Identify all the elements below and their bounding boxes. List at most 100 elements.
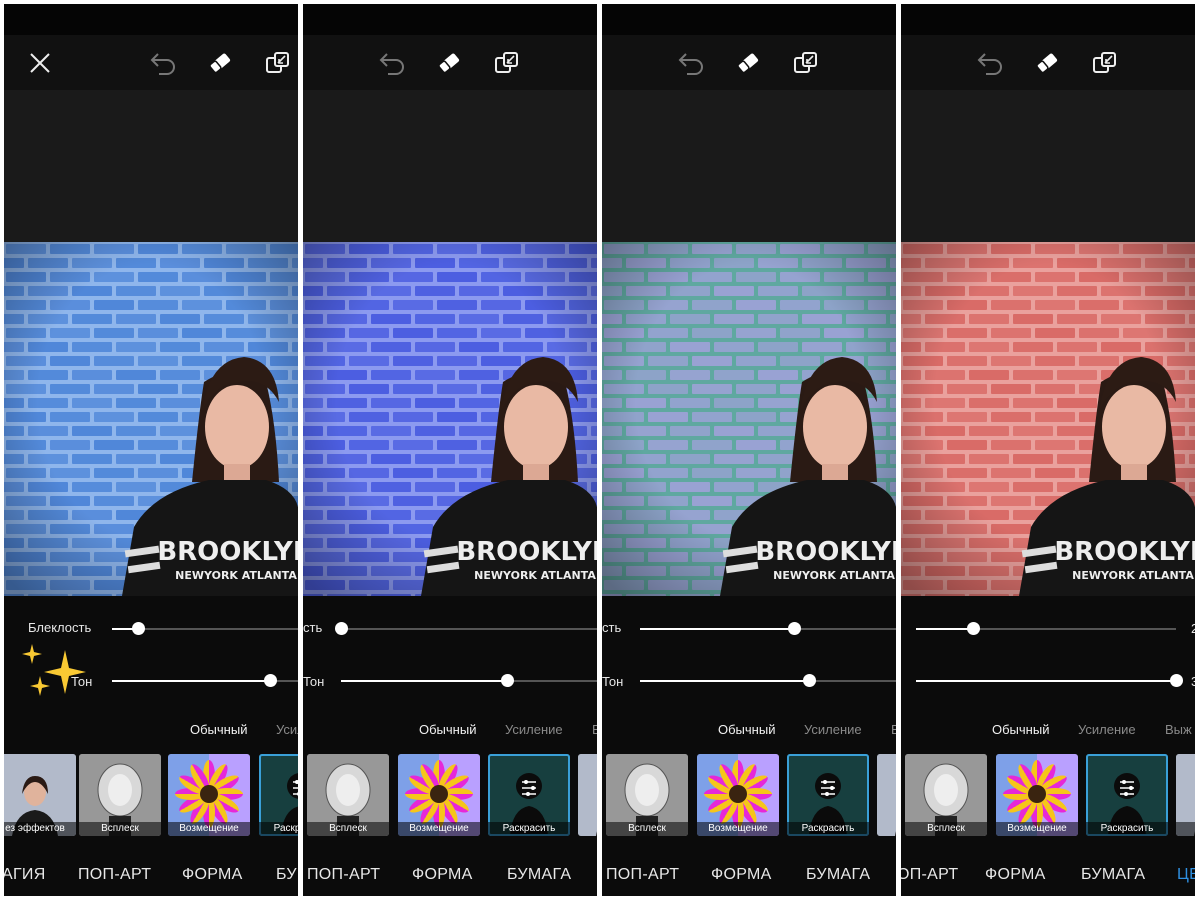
canvas-background [901, 90, 1195, 242]
effect-thumb-caption: Возмещение [168, 822, 250, 836]
compare-icon[interactable] [790, 47, 822, 79]
eraser-icon[interactable] [1031, 47, 1063, 79]
svg-text:BROOKLYN: BROOKLYN [456, 537, 597, 567]
tone-value: 3 [1191, 674, 1195, 689]
category-tab-3[interactable]: БУМАГА [507, 866, 571, 884]
editor-panel-3: BROOKLYN NEWYORK ATLANTA сть Тон Обычный Усил… [602, 4, 896, 896]
fade-label: сть [602, 620, 622, 635]
tone-slider-fill [640, 680, 809, 682]
effect-thumb-caption: Возмещение [398, 822, 480, 836]
sparkle-icon [20, 640, 92, 700]
tone-slider[interactable] [916, 674, 1183, 687]
eraser-icon[interactable] [732, 47, 764, 79]
top-toolbar [901, 35, 1195, 90]
fade-slider-handle[interactable] [967, 622, 981, 635]
category-tab-4[interactable]: БУ [276, 866, 297, 884]
tone-slider[interactable] [112, 674, 298, 687]
category-tab-4[interactable]: ЦЕ [1177, 866, 1195, 884]
category-tab-2[interactable]: ФОРМА [711, 866, 772, 884]
tone-label: Тон [303, 674, 325, 689]
blend-mode-normal[interactable]: Обычный [992, 722, 1049, 737]
category-tab-3[interactable]: ФОРМА [182, 866, 243, 884]
undo-icon[interactable] [376, 47, 408, 79]
effect-thumb-color[interactable]: Раскрасить [488, 754, 570, 836]
effect-thumb-color[interactable]: Раскрасить [787, 754, 869, 836]
fade-slider[interactable] [916, 622, 1176, 635]
fade-slider[interactable] [640, 622, 896, 635]
compare-icon[interactable] [1089, 47, 1121, 79]
editor-panel-4: BROOKLYN NEWYORK ATLANTA 2 3 Обычный Усиление… [901, 4, 1195, 896]
effect-thumb-girl[interactable]: ез эффектов [4, 754, 76, 836]
svg-text:BROOKLYN: BROOKLYN [1054, 537, 1195, 567]
undo-icon[interactable] [675, 47, 707, 79]
eraser-icon[interactable] [433, 47, 465, 79]
effect-thumb-caption: Раскрасить [259, 822, 298, 836]
effect-thumb-flower[interactable]: Возмещение [697, 754, 779, 836]
fade-slider-handle[interactable] [787, 622, 801, 635]
effect-thumb-hat[interactable]: Всплеск [905, 754, 987, 836]
category-tab-1[interactable]: ПОП-АРТ [606, 866, 679, 884]
effect-thumb-color[interactable]: Раскрасить [1086, 754, 1168, 836]
effect-thumb-caption: Всплеск [905, 822, 987, 836]
undo-icon[interactable] [147, 47, 179, 79]
blend-mode-extra[interactable]: В [891, 722, 896, 737]
blend-mode-boost[interactable]: Усиление [804, 722, 862, 737]
undo-icon[interactable] [974, 47, 1006, 79]
eraser-icon[interactable] [204, 47, 236, 79]
effect-thumb-girl[interactable] [578, 754, 597, 836]
effect-thumb-caption: ез эффектов [4, 822, 76, 836]
tone-slider-handle[interactable] [264, 674, 278, 687]
svg-text:NEWYORK ATLANTA: NEWYORK ATLANTA [175, 569, 297, 582]
top-toolbar [4, 35, 298, 90]
blend-mode-boost[interactable]: Усиление [505, 722, 563, 737]
fade-slider-handle[interactable] [335, 622, 348, 635]
photo-preview: BROOKLYN NEWYORK ATLANTA [602, 242, 896, 596]
compare-icon[interactable] [262, 47, 294, 79]
tone-slider-fill [112, 680, 271, 682]
category-tab-2[interactable]: ФОРМА [412, 866, 473, 884]
tone-slider[interactable] [341, 674, 597, 687]
category-tab-3[interactable]: БУМАГА [806, 866, 870, 884]
effect-thumb-flower[interactable]: Возмещение [996, 754, 1078, 836]
editor-panel-2: BROOKLYN NEWYORK ATLANTA сть Тон Обычный Усил… [303, 4, 597, 896]
category-tab-1[interactable]: АГИЯ [4, 866, 46, 884]
tone-slider-handle[interactable] [802, 674, 816, 687]
blend-mode-normal[interactable]: Обычный [419, 722, 476, 737]
svg-text:NEWYORK ATLANTA: NEWYORK ATLANTA [773, 569, 895, 582]
effect-thumb-hat[interactable]: Всплеск [79, 754, 161, 836]
blend-mode-normal[interactable]: Обычный [718, 722, 775, 737]
effect-thumb-girl[interactable]: То [1176, 754, 1195, 836]
category-tab-2[interactable]: ПОП-АРТ [78, 866, 151, 884]
tone-slider-handle[interactable] [1170, 674, 1183, 687]
fade-slider[interactable] [335, 622, 597, 635]
fade-slider[interactable] [112, 622, 298, 635]
fade-slider-handle[interactable] [132, 622, 146, 635]
category-tab-1[interactable]: ПОП-АРТ [307, 866, 380, 884]
close-icon[interactable] [24, 47, 56, 79]
tone-slider-fill [341, 680, 508, 682]
effect-thumb-caption: Раскрасить [787, 822, 869, 836]
blend-mode-extra[interactable]: В [592, 722, 597, 737]
effect-thumb-hat[interactable]: Всплеск [606, 754, 688, 836]
fade-label: Блеклость [28, 620, 92, 635]
effect-thumb-flower[interactable]: Возмещение [398, 754, 480, 836]
photo-preview: BROOKLYN NEWYORK ATLANTA [303, 242, 597, 596]
compare-icon[interactable] [491, 47, 523, 79]
effect-thumb-color[interactable]: Раскрасить [259, 754, 298, 836]
blend-mode-extra[interactable]: Выж [1165, 722, 1192, 737]
blend-mode-normal[interactable]: Обычный [190, 722, 247, 737]
blend-mode-boost[interactable]: Усиле [276, 722, 298, 737]
category-tab-1[interactable]: ОП-АРТ [901, 866, 958, 884]
tone-slider[interactable] [640, 674, 896, 687]
effect-thumb-flower[interactable]: Возмещение [168, 754, 250, 836]
effect-thumb-girl[interactable] [877, 754, 896, 836]
effect-controls: сть Тон Обычный Усиление В Всплеск Возмещение Р… [303, 596, 597, 896]
category-tab-2[interactable]: ФОРМА [985, 866, 1046, 884]
blend-mode-boost[interactable]: Усиление [1078, 722, 1136, 737]
tone-slider-fill [916, 680, 1176, 682]
category-tab-3[interactable]: БУМАГА [1081, 866, 1145, 884]
tone-slider-handle[interactable] [501, 674, 515, 687]
effect-controls: сть Тон Обычный Усиление В Всплеск Возмещение Р… [602, 596, 896, 896]
canvas-background [303, 90, 597, 242]
effect-thumb-hat[interactable]: Всплеск [307, 754, 389, 836]
